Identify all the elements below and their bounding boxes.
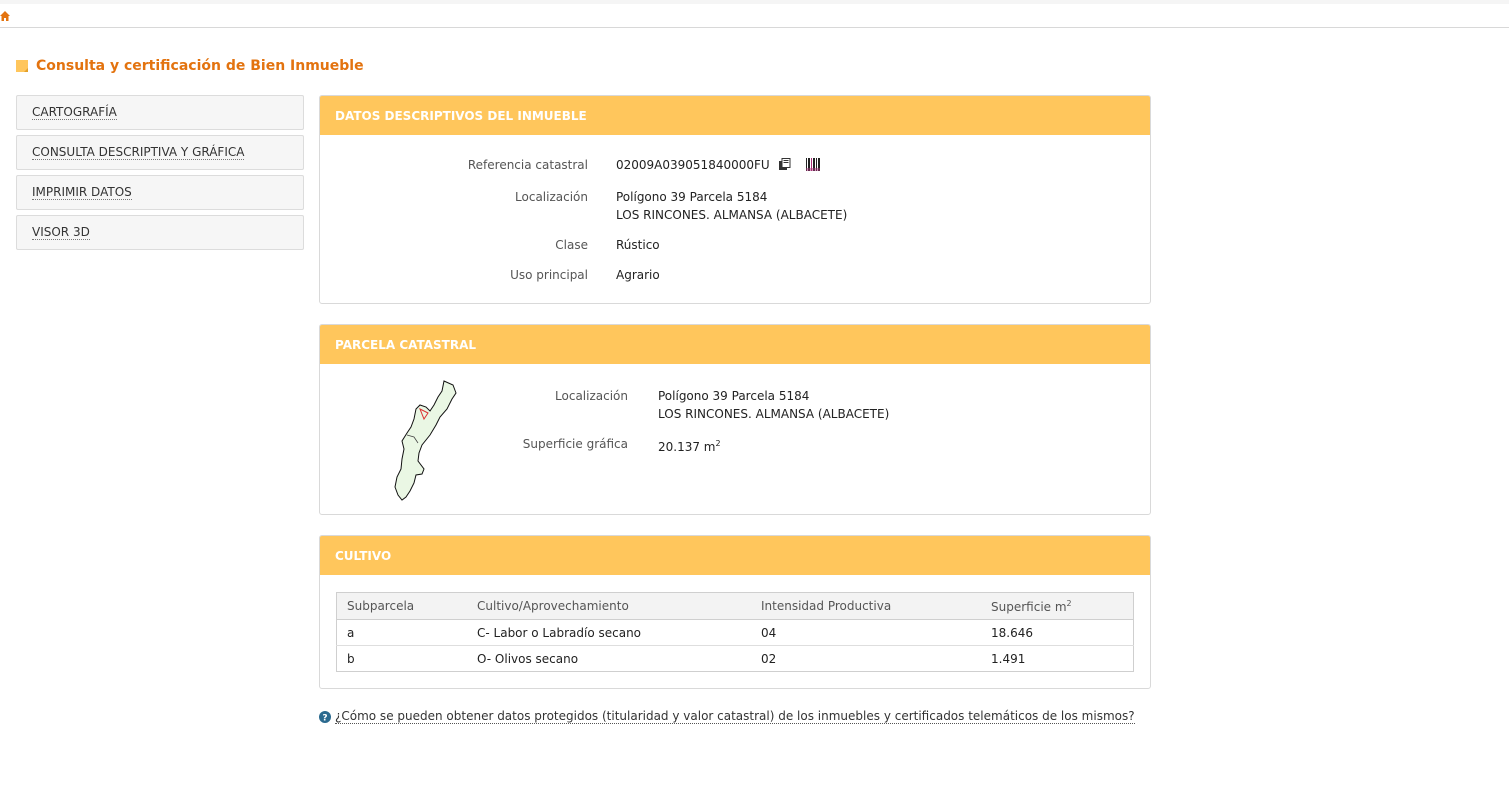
cell-intensidad: 04 bbox=[751, 619, 981, 646]
ref-catastral-value: 02009A039051840000FU bbox=[616, 158, 821, 172]
superficie-grafica-value: 20.137 m2 bbox=[658, 435, 721, 456]
panel-header: PARCELA CATASTRAL bbox=[320, 325, 1150, 364]
clase-value: Rústico bbox=[616, 238, 660, 252]
col-intensidad: Intensidad Productiva bbox=[751, 592, 981, 620]
parcela-catastral-panel: PARCELA CATASTRAL Localización Polígono … bbox=[319, 324, 1151, 515]
col-superficie: Superficie m2 bbox=[981, 592, 1134, 620]
cell-intensidad: 02 bbox=[761, 651, 777, 666]
page-title: Consulta y certificación de Bien Inmuebl… bbox=[16, 58, 364, 74]
parcela-localizacion-line2: LOS RINCONES. ALMANSA (ALBACETE) bbox=[658, 407, 890, 421]
help-link-row: ? ¿Cómo se pueden obtener datos protegid… bbox=[319, 709, 1135, 724]
cell-superficie: 18.646 bbox=[981, 619, 1134, 646]
cell-superficie: 1.491 bbox=[991, 651, 1026, 666]
sidebar-item-visor-3d[interactable]: VISOR 3D bbox=[16, 215, 304, 250]
top-bar bbox=[0, 0, 1509, 28]
superficie-grafica-exp: 2 bbox=[715, 439, 721, 448]
localizacion-line2: LOS RINCONES. ALMANSA (ALBACETE) bbox=[616, 208, 848, 222]
cultivo-panel: CULTIVO Subparcela Cultivo/Aprovechamien… bbox=[319, 535, 1151, 689]
superficie-grafica-number: 20.137 m bbox=[658, 440, 716, 454]
cell-subparcela: a bbox=[336, 619, 467, 646]
datos-descriptivos-panel: DATOS DESCRIPTIVOS DEL INMUEBLE Referenc… bbox=[319, 95, 1151, 304]
help-link[interactable]: ¿Cómo se pueden obtener datos protegidos… bbox=[335, 709, 1135, 724]
localizacion-label: Localización bbox=[515, 190, 588, 204]
cell-cultivo: C- Labor o Labradío secano bbox=[467, 619, 751, 646]
sidebar-item-label: CARTOGRAFÍA bbox=[32, 105, 117, 120]
table-row: b O- Olivos secano 02 1.491 bbox=[337, 646, 1134, 672]
clase-label: Clase bbox=[555, 238, 588, 252]
parcela-localizacion-value: Polígono 39 Parcela 5184 LOS RINCONES. A… bbox=[658, 387, 889, 423]
uso-principal-value: Agrario bbox=[616, 268, 660, 282]
table-header-row: Subparcela Cultivo/Aprovechamiento Inten… bbox=[336, 592, 1134, 620]
localizacion-value: Polígono 39 Parcela 5184 LOS RINCONES. A… bbox=[616, 188, 847, 224]
cell-cultivo: O- Olivos secano bbox=[477, 651, 579, 666]
table-row: a C- Labor o Labradío secano 04 18.646 bbox=[336, 619, 1134, 646]
sidebar-item-label: CONSULTA DESCRIPTIVA Y GRÁFICA bbox=[32, 145, 245, 160]
parcela-localizacion-label: Localización bbox=[555, 389, 628, 403]
sidebar: CARTOGRAFÍA CONSULTA DESCRIPTIVA Y GRÁFI… bbox=[16, 95, 304, 255]
parcela-localizacion-line1: Polígono 39 Parcela 5184 bbox=[658, 389, 810, 403]
document-icon bbox=[16, 60, 28, 72]
sidebar-item-label: IMPRIMIR DATOS bbox=[32, 185, 132, 200]
superficie-grafica-label: Superficie gráfica bbox=[522, 437, 628, 451]
uso-principal-label: Uso principal bbox=[510, 268, 588, 282]
col-subparcela: Subparcela bbox=[336, 592, 467, 620]
localizacion-line1: Polígono 39 Parcela 5184 bbox=[616, 190, 768, 204]
sidebar-item-cartografia[interactable]: CARTOGRAFÍA bbox=[16, 95, 304, 130]
cultivo-table: Subparcela Cultivo/Aprovechamiento Inten… bbox=[336, 592, 1134, 672]
panel-header: CULTIVO bbox=[320, 536, 1150, 575]
sidebar-item-consulta-descriptiva[interactable]: CONSULTA DESCRIPTIVA Y GRÁFICA bbox=[16, 135, 304, 170]
sidebar-item-imprimir-datos[interactable]: IMPRIMIR DATOS bbox=[16, 175, 304, 210]
col-superficie-exp: 2 bbox=[1066, 598, 1072, 608]
col-cultivo: Cultivo/Aprovechamiento bbox=[467, 592, 751, 620]
cell-subparcela: b bbox=[347, 651, 355, 666]
ref-catastral-label: Referencia catastral bbox=[467, 158, 588, 172]
col-superficie-text: Superficie m bbox=[991, 599, 1067, 614]
home-icon[interactable] bbox=[0, 10, 10, 22]
ref-catastral-text: 02009A039051840000FU bbox=[616, 158, 770, 172]
copy-icon[interactable] bbox=[778, 158, 791, 171]
question-icon: ? bbox=[319, 710, 331, 723]
barcode-icon[interactable] bbox=[806, 158, 821, 171]
page-title-text: Consulta y certificación de Bien Inmuebl… bbox=[36, 58, 364, 74]
svg-text:?: ? bbox=[322, 713, 327, 723]
sidebar-item-label: VISOR 3D bbox=[32, 225, 90, 240]
panel-header: DATOS DESCRIPTIVOS DEL INMUEBLE bbox=[320, 96, 1150, 135]
